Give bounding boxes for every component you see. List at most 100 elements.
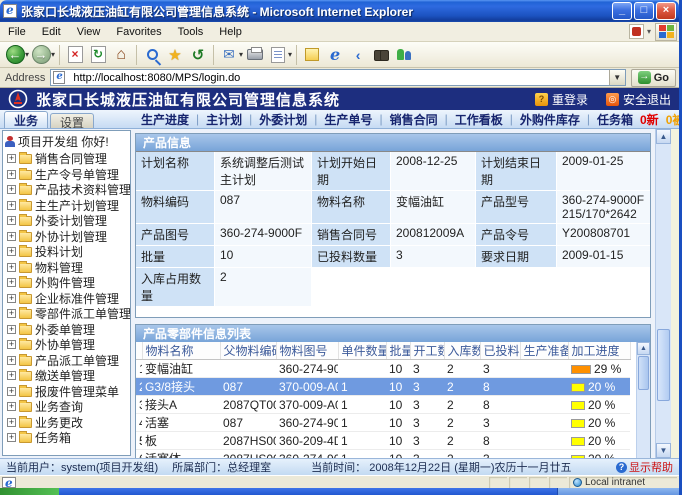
menu-view[interactable]: View — [69, 23, 109, 41]
sidebar-item-外协计划管理[interactable]: +外协计划管理 — [3, 229, 130, 245]
expand-icon[interactable]: + — [7, 309, 16, 318]
nav-item-销售合同[interactable]: 销售合同 — [390, 111, 438, 128]
expand-icon[interactable]: + — [7, 232, 16, 241]
table-row[interactable]: 5板2087HS002360-209-4D01011032820 % — [136, 432, 630, 450]
refresh-button[interactable]: ↻ — [87, 43, 109, 67]
home-button[interactable]: ⌂ — [110, 43, 132, 67]
nav-item-生产单号[interactable]: 生产单号 — [324, 111, 372, 128]
sidebar-item-企业标准件管理[interactable]: +企业标准件管理 — [3, 291, 130, 307]
print-button[interactable] — [244, 43, 266, 67]
tab-业务[interactable]: 业务 — [4, 111, 48, 128]
sidebar-item-物料管理[interactable]: +物料管理 — [3, 260, 130, 276]
stop-button[interactable]: × — [64, 43, 86, 67]
column-header[interactable]: 物料图号 — [276, 342, 338, 360]
expand-icon[interactable]: + — [7, 325, 16, 334]
windows-taskbar[interactable] — [0, 488, 682, 495]
address-input[interactable]: http://localhost:8080/MPS/login.do ▼ — [50, 69, 625, 86]
scrollbar-thumb[interactable] — [657, 329, 670, 401]
research-button[interactable]: ‹ — [347, 43, 369, 67]
scroll-up-icon[interactable]: ▲ — [637, 342, 650, 355]
nav-item-工作看板[interactable]: 工作看板 — [455, 111, 503, 128]
expand-icon[interactable]: + — [7, 402, 16, 411]
discuss-button[interactable] — [370, 43, 392, 67]
table-row[interactable]: 1变幅油缸360-274-9000F1032329 % — [136, 360, 630, 378]
messenger-button[interactable] — [393, 43, 415, 67]
column-header[interactable]: 生产准备 — [520, 342, 568, 360]
search-button[interactable] — [141, 43, 163, 67]
column-header[interactable]: 加工进度 — [568, 342, 630, 360]
minimize-button[interactable]: _ — [612, 2, 632, 20]
sidebar-item-外委计划管理[interactable]: +外委计划管理 — [3, 213, 130, 229]
page-vertical-scrollbar[interactable]: ▲ ▼ — [655, 129, 671, 458]
sidebar-item-业务更改[interactable]: +业务更改 — [3, 415, 130, 431]
sidebar-item-业务查询[interactable]: +业务查询 — [3, 399, 130, 415]
logout-button[interactable]: ◎ 安全退出 — [606, 91, 671, 108]
column-header[interactable]: 单件数量 — [338, 342, 386, 360]
table-row[interactable]: 2G3/8接头087370-009-A084011032820 % — [136, 378, 630, 396]
expand-icon[interactable]: + — [7, 340, 16, 349]
expand-icon[interactable]: + — [7, 387, 16, 396]
nav-item-主计划[interactable]: 主计划 — [206, 111, 242, 128]
menu-edit[interactable]: Edit — [34, 23, 69, 41]
expand-icon[interactable]: + — [7, 371, 16, 380]
favorites-button[interactable]: ★ — [164, 43, 186, 67]
expand-icon[interactable]: + — [7, 356, 16, 365]
expand-icon[interactable]: + — [7, 185, 16, 194]
show-help-link[interactable]: ? 显示帮助 — [616, 459, 673, 475]
table-row[interactable]: 4活塞087360-274-9010F11032320 % — [136, 414, 630, 432]
tab-设置[interactable]: 设置 — [50, 113, 94, 128]
column-header[interactable]: 入库数 — [444, 342, 480, 360]
sidebar-item-缴送单管理[interactable]: +缴送单管理 — [3, 368, 130, 384]
expand-icon[interactable]: + — [7, 433, 16, 442]
mail-button[interactable]: ✉ — [218, 43, 240, 67]
column-header[interactable]: 开工数 — [410, 342, 444, 360]
close-button[interactable]: × — [656, 2, 676, 20]
sidebar-item-产品技术资料管理[interactable]: +产品技术资料管理 — [3, 182, 130, 198]
nav-item-生产进度[interactable]: 生产进度 — [141, 111, 189, 128]
expand-icon[interactable]: + — [7, 170, 16, 179]
table-row[interactable]: 3接头A2087QT002370-009-A085011032820 % — [136, 396, 630, 414]
sidebar-item-主生产计划管理[interactable]: +主生产计划管理 — [3, 198, 130, 214]
sidebar-item-生产令号单管理[interactable]: +生产令号单管理 — [3, 167, 130, 183]
expand-icon[interactable]: + — [7, 154, 16, 163]
notes-button[interactable] — [301, 43, 323, 67]
column-header[interactable]: 父物料编码 — [220, 342, 276, 360]
menu-tools[interactable]: Tools — [170, 23, 212, 41]
expand-icon[interactable]: + — [7, 263, 16, 272]
expand-icon[interactable]: + — [7, 418, 16, 427]
edit-button[interactable] — [267, 43, 289, 67]
column-header[interactable]: 批量 — [386, 342, 410, 360]
nav-item-任务箱[interactable]: 任务箱 — [597, 111, 633, 128]
expand-icon[interactable]: + — [7, 278, 16, 287]
parts-vertical-scrollbar[interactable]: ▲ ▼ — [636, 342, 650, 458]
sidebar-item-零部件派工单管理[interactable]: +零部件派工单管理 — [3, 306, 130, 322]
relogin-button[interactable]: ? 重登录 — [535, 91, 588, 108]
expand-icon[interactable]: + — [7, 294, 16, 303]
nav-item-外购件库存[interactable]: 外购件库存 — [520, 111, 580, 128]
column-header[interactable]: 物料名称 — [142, 342, 220, 360]
internet-button[interactable]: e — [324, 43, 346, 67]
sidebar-item-外购件管理[interactable]: +外购件管理 — [3, 275, 130, 291]
scroll-up-icon[interactable]: ▲ — [656, 129, 671, 144]
window-titlebar[interactable]: 张家口长城液压油缸有限公司管理信息系统 - Microsoft Internet… — [0, 0, 679, 22]
address-dropdown-icon[interactable]: ▼ — [609, 70, 625, 85]
menu-help[interactable]: Help — [211, 23, 250, 41]
table-row[interactable]: 6活塞体2087HS002360-274-9011W11032320 % — [136, 450, 630, 459]
sidebar-item-投料计划[interactable]: +投料计划 — [3, 244, 130, 260]
go-button[interactable]: → Go — [631, 69, 676, 87]
sidebar-item-外委单管理[interactable]: +外委单管理 — [3, 322, 130, 338]
scrollbar-thumb[interactable] — [638, 356, 649, 390]
maximize-button[interactable]: □ — [634, 2, 654, 20]
scroll-down-icon[interactable]: ▼ — [656, 443, 671, 458]
forward-button[interactable]: → — [30, 43, 52, 67]
plugin-icon[interactable] — [629, 24, 644, 39]
nav-item-外委计划[interactable]: 外委计划 — [259, 111, 307, 128]
sidebar-item-外协单管理[interactable]: +外协单管理 — [3, 337, 130, 353]
sidebar-item-任务箱[interactable]: +任务箱 — [3, 430, 130, 446]
expand-icon[interactable]: + — [7, 201, 16, 210]
menu-favorites[interactable]: Favorites — [108, 23, 169, 41]
expand-icon[interactable]: + — [7, 216, 16, 225]
sidebar-item-销售合同管理[interactable]: +销售合同管理 — [3, 151, 130, 167]
sidebar-item-报废件管理菜单[interactable]: +报废件管理菜单 — [3, 384, 130, 400]
column-header[interactable]: 已投料数 — [480, 342, 520, 360]
